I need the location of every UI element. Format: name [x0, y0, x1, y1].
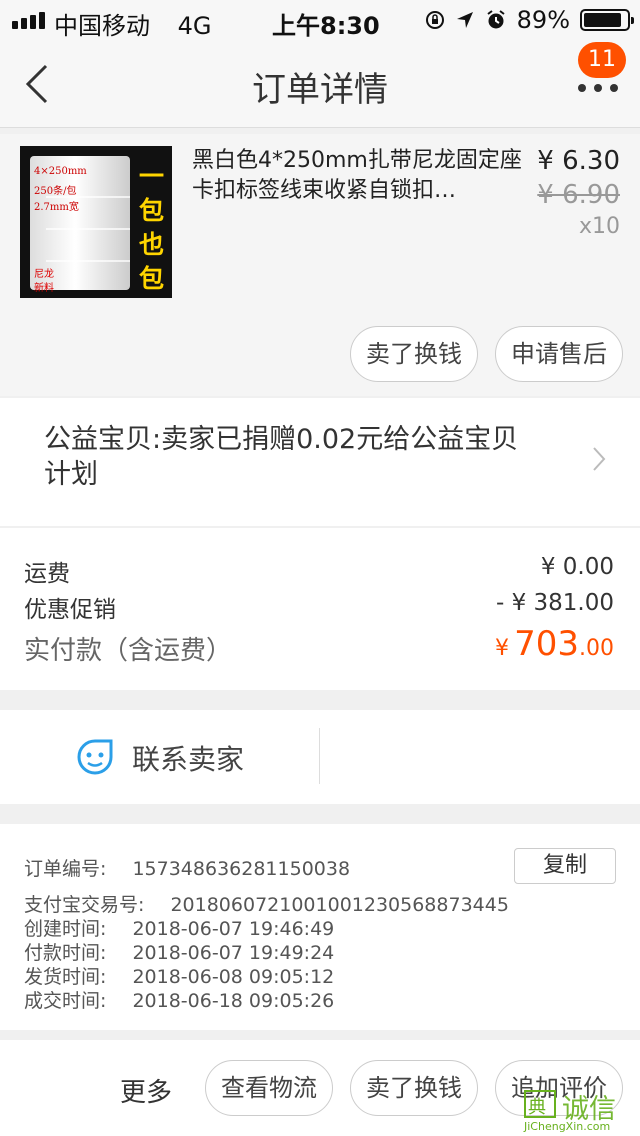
- alipay-trade-number: 2018060721001001230568873445: [170, 894, 509, 916]
- carrier-label: 中国移动: [54, 12, 150, 40]
- amount-paid-label: 实付款（含运费）: [24, 636, 233, 666]
- fee-summary: 运费 ¥ 0.00 优惠促销 - ¥ 381.00 实付款（含运费） ¥ 703…: [0, 528, 640, 690]
- navigation-bar: 订单详情 11: [0, 40, 640, 128]
- order-info: 订单编号: 157348636281150038 复制 支付宝交易号: 2018…: [0, 824, 640, 1030]
- product-card[interactable]: 4×250mm 250条/包 2.7mm宽 一包也包邮 尼龙新料 黑白色4*25…: [0, 134, 640, 396]
- product-quantity: x10: [578, 214, 620, 239]
- thumbnail-width-text: 2.7mm宽: [34, 202, 79, 213]
- sell-for-cash-footer-button[interactable]: 卖了换钱: [350, 1060, 478, 1116]
- shipped-time-label: 发货时间:: [24, 966, 107, 988]
- created-time: 2018-06-07 19:46:49: [132, 918, 335, 940]
- shipping-fee-value: ¥ 0.00: [540, 554, 614, 580]
- charity-text: 公益宝贝:卖家已捐赠0.02元给公益宝贝计划: [44, 424, 519, 490]
- thumbnail-count-text: 250条/包: [34, 186, 77, 197]
- original-price: ¥ 6.90: [537, 180, 620, 210]
- created-time-label: 创建时间:: [24, 918, 107, 940]
- carrier-network: 中国移动 4G: [54, 6, 212, 41]
- shipped-time: 2018-06-08 09:05:12: [132, 966, 335, 988]
- order-number-label: 订单编号:: [24, 858, 107, 880]
- contact-seller-bar: 联系卖家: [0, 710, 640, 804]
- more-options-icon[interactable]: [576, 78, 620, 98]
- watermark-box-text: 典: [528, 1097, 546, 1118]
- sell-for-cash-button[interactable]: 卖了换钱: [350, 326, 478, 382]
- alipay-trade-row: 支付宝交易号: 2018060721001001230568873445: [24, 890, 509, 917]
- status-bar: 中国移动 4G 上午8:30 89%: [0, 0, 640, 40]
- order-number: 157348636281150038: [132, 858, 351, 880]
- orientation-lock-icon: [425, 11, 444, 29]
- after-sale-button[interactable]: 申请售后: [495, 326, 623, 382]
- shipping-fee-label: 运费: [24, 561, 70, 587]
- message-count-badge: 11: [578, 42, 626, 78]
- completed-time: 2018-06-18 09:05:26: [132, 990, 335, 1012]
- status-indicators: 89%: [425, 6, 634, 34]
- shipped-time-row: 发货时间: 2018-06-08 09:05:12: [24, 962, 334, 989]
- charity-row[interactable]: 公益宝贝:卖家已捐赠0.02元给公益宝贝计划: [0, 398, 640, 526]
- battery-level: [584, 13, 622, 27]
- thumbnail-material-text: 尼龙新料: [34, 269, 54, 294]
- location-arrow-icon: [456, 12, 473, 28]
- alarm-icon: [487, 10, 505, 29]
- alipay-trade-label: 支付宝交易号:: [24, 894, 145, 916]
- copy-order-number-button[interactable]: 复制: [514, 848, 616, 884]
- thumbnail-promo-text: 一包也包邮: [139, 162, 165, 293]
- amount-paid-decimal: .00: [579, 636, 614, 661]
- currency-symbol: ¥: [495, 636, 509, 661]
- thumbnail-size-text: 4×250mm: [34, 166, 87, 177]
- chat-face-icon[interactable]: [76, 738, 114, 776]
- paid-time-row: 付款时间: 2018-06-07 19:49:24: [24, 938, 334, 965]
- product-price: ¥ 6.30: [537, 146, 620, 176]
- product-name[interactable]: 黑白色4*250mm扎带尼龙固定座卡扣标签线束收紧自锁扣…: [192, 146, 528, 212]
- created-time-row: 创建时间: 2018-06-07 19:46:49: [24, 914, 334, 941]
- clock: 上午8:30: [272, 12, 380, 40]
- completed-time-label: 成交时间:: [24, 990, 107, 1012]
- product-thumbnail[interactable]: 4×250mm 250条/包 2.7mm宽 一包也包邮 尼龙新料: [20, 146, 172, 298]
- view-logistics-button[interactable]: 查看物流: [205, 1060, 333, 1116]
- discount-label: 优惠促销: [24, 597, 116, 623]
- paid-time-label: 付款时间:: [24, 942, 107, 964]
- amount-paid-integer: 703: [514, 624, 579, 664]
- site-watermark: 典 诚信 JiChengXin.com: [524, 1086, 640, 1136]
- chevron-right-icon: [593, 447, 606, 471]
- order-number-row: 订单编号: 157348636281150038: [24, 854, 350, 881]
- signal-strength-icon: [12, 12, 45, 29]
- page-title: 订单详情: [252, 70, 388, 110]
- more-actions-button[interactable]: 更多: [120, 1072, 172, 1109]
- network-label: 4G: [177, 12, 212, 40]
- paid-time: 2018-06-07 19:49:24: [132, 942, 335, 964]
- watermark-logo-icon: 典: [524, 1090, 556, 1118]
- contact-seller-button[interactable]: 联系卖家: [132, 738, 244, 778]
- watermark-url: JiChengXin.com: [524, 1120, 611, 1133]
- completed-time-row: 成交时间: 2018-06-18 09:05:26: [24, 986, 334, 1013]
- battery-icon: [580, 9, 634, 31]
- divider: [319, 728, 320, 784]
- discount-value: - ¥ 381.00: [495, 590, 614, 616]
- amount-paid-value: ¥ 703.00: [495, 624, 614, 664]
- battery-percent: 89%: [516, 6, 570, 34]
